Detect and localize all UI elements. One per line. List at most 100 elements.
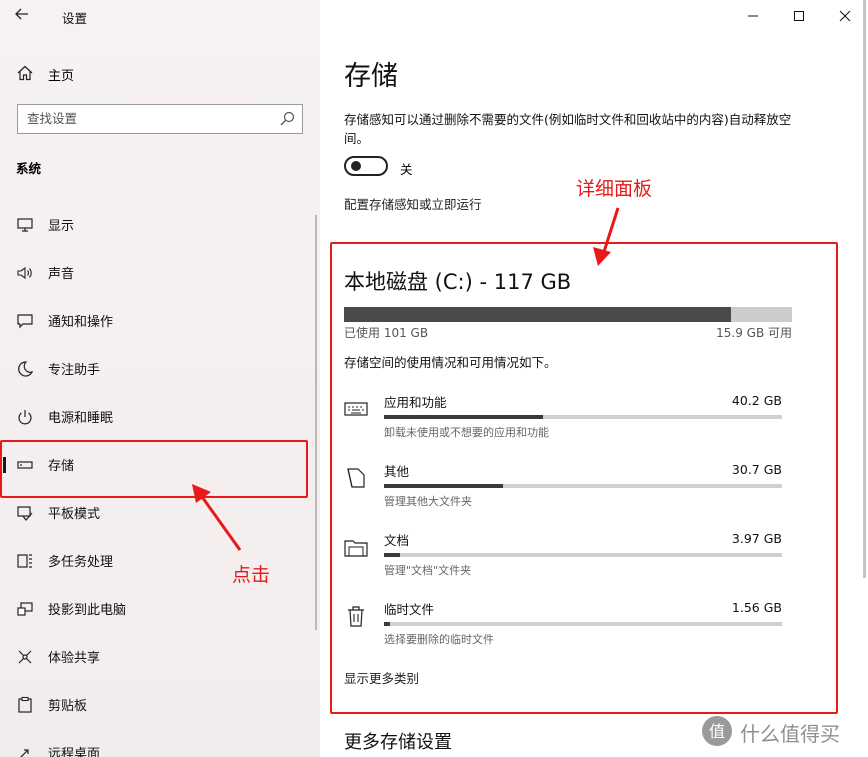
storage-icon <box>17 461 33 469</box>
watermark: 值 什么值得买 <box>700 714 860 748</box>
category-size: 40.2 GB <box>731 393 782 408</box>
other-files-icon <box>347 468 365 488</box>
power-icon <box>18 410 32 425</box>
maximize-icon <box>794 11 804 21</box>
category-bar-fill <box>384 553 400 557</box>
sidebar-item-label: 显示 <box>48 219 75 234</box>
usage-hint: 存储空间的使用情况和可用情况如下。 <box>344 355 557 370</box>
remote-desktop-icon <box>20 749 29 757</box>
moon-icon <box>18 361 34 377</box>
sidebar-item-notifications[interactable]: 通知和操作 <box>0 300 320 340</box>
category-bar <box>384 484 782 488</box>
sidebar-item-label: 存储 <box>48 459 75 474</box>
minimize-button[interactable] <box>738 4 768 28</box>
category-size: 1.56 GB <box>731 600 782 615</box>
category-name: 文档 <box>384 533 410 548</box>
watermark-logo-icon: 值 <box>702 716 732 746</box>
sidebar-item-label: 多任务处理 <box>48 555 114 570</box>
sidebar-item-label: 远程桌面 <box>48 747 101 757</box>
selection-indicator <box>3 457 6 473</box>
free-space-label: 15.9 GB 可用 <box>716 326 792 340</box>
sidebar-item-focus-assist[interactable]: 专注助手 <box>0 348 320 388</box>
tablet-icon <box>17 506 33 521</box>
sidebar-item-project[interactable]: 投影到此电脑 <box>0 588 320 628</box>
more-storage-settings-heading: 更多存储设置 <box>344 732 452 753</box>
drive-usage-bar <box>344 307 792 322</box>
sidebar-scrollbar[interactable] <box>315 215 317 630</box>
sidebar-item-remote-desktop[interactable]: 远程桌面 <box>0 732 320 757</box>
sidebar-item-label: 声音 <box>48 267 75 282</box>
multitask-icon <box>17 554 32 568</box>
window-title: 设置 <box>62 11 88 26</box>
category-other[interactable]: 其他 30.7 GB 管理其他大文件夹 <box>344 461 792 519</box>
category-name: 应用和功能 <box>384 395 447 410</box>
sidebar-item-label: 剪贴板 <box>48 699 88 714</box>
storage-sense-description: 存储感知可以通过删除不需要的文件(例如临时文件和回收站中的内容)自动释放空间。 <box>344 112 792 146</box>
page-title: 存储 <box>344 61 398 92</box>
category-size: 30.7 GB <box>731 462 782 477</box>
svg-text:值: 值 <box>709 722 725 741</box>
display-icon <box>17 218 33 232</box>
minimize-icon <box>748 15 758 17</box>
section-title: 系统 <box>16 161 42 176</box>
search-box[interactable] <box>17 104 303 134</box>
sidebar-item-label: 通知和操作 <box>48 315 114 330</box>
category-temp-files[interactable]: 临时文件 1.56 GB 选择要删除的临时文件 <box>344 599 792 657</box>
sidebar-item-display[interactable]: 显示 <box>0 204 320 244</box>
back-button[interactable] <box>14 6 38 28</box>
category-documents[interactable]: 文档 3.97 GB 管理"文档"文件夹 <box>344 530 792 588</box>
sidebar-item-clipboard[interactable]: 剪贴板 <box>0 684 320 724</box>
sidebar-item-storage[interactable]: 存储 <box>0 444 320 484</box>
category-bar-fill <box>384 415 544 419</box>
show-more-categories-link[interactable]: 显示更多类别 <box>344 668 419 687</box>
keyboard-icon <box>344 402 368 416</box>
clipboard-icon <box>18 696 32 713</box>
watermark-text: 什么值得买 <box>740 722 840 746</box>
sidebar-item-sound[interactable]: 声音 <box>0 252 320 292</box>
home-label: 主页 <box>48 69 75 84</box>
category-bar-fill <box>384 484 504 488</box>
sidebar-item-power[interactable]: 电源和睡眠 <box>0 396 320 436</box>
search-input[interactable] <box>18 105 258 131</box>
settings-sidebar: 设置 主页 系统 显示 声音 通知和操作 <box>0 0 320 757</box>
drive-usage-fill <box>344 307 732 322</box>
sidebar-item-tablet-mode[interactable]: 平板模式 <box>0 492 320 532</box>
sidebar-item-label: 平板模式 <box>48 507 101 522</box>
folder-icon <box>344 540 368 557</box>
storage-sense-toggle[interactable] <box>344 156 388 176</box>
trash-icon <box>348 606 364 627</box>
category-bar <box>384 415 782 419</box>
category-bar <box>384 622 782 626</box>
home-icon <box>17 65 33 81</box>
notification-icon <box>17 314 33 329</box>
main-scrollbar[interactable] <box>863 0 866 578</box>
category-size: 3.97 GB <box>731 531 782 546</box>
category-name: 其他 <box>384 464 410 479</box>
category-description: 管理"文档"文件夹 <box>384 564 472 577</box>
configure-storage-sense-link[interactable]: 配置存储感知或立即运行 <box>344 194 482 213</box>
sidebar-home[interactable]: 主页 <box>0 58 320 90</box>
share-icon <box>18 650 32 664</box>
maximize-button[interactable] <box>784 4 814 28</box>
toggle-knob <box>351 161 361 171</box>
sidebar-item-label: 体验共享 <box>48 651 101 666</box>
category-description: 管理其他大文件夹 <box>384 495 472 508</box>
toggle-state-label: 关 <box>400 162 413 177</box>
drive-title: 本地磁盘 (C:) - 117 GB <box>344 270 572 294</box>
close-button[interactable] <box>830 4 860 28</box>
storage-page: 存储 存储感知可以通过删除不需要的文件(例如临时文件和回收站中的内容)自动释放空… <box>320 0 868 757</box>
annotation-detail-label: 详细面板 <box>576 178 653 200</box>
category-name: 临时文件 <box>384 602 435 617</box>
search-icon[interactable] <box>278 110 296 128</box>
close-icon <box>839 10 851 22</box>
project-icon <box>17 602 33 616</box>
sidebar-item-multitasking[interactable]: 多任务处理 <box>0 540 320 580</box>
category-description: 卸载未使用或不想要的应用和功能 <box>384 426 549 439</box>
sidebar-item-shared-experiences[interactable]: 体验共享 <box>0 636 320 676</box>
category-bar <box>384 553 782 557</box>
used-space-label: 已使用 101 GB <box>344 326 429 340</box>
back-arrow-icon <box>15 8 28 20</box>
sidebar-item-label: 专注助手 <box>48 363 101 378</box>
annotation-click-label: 点击 <box>232 564 271 586</box>
category-apps[interactable]: 应用和功能 40.2 GB 卸载未使用或不想要的应用和功能 <box>344 392 792 450</box>
